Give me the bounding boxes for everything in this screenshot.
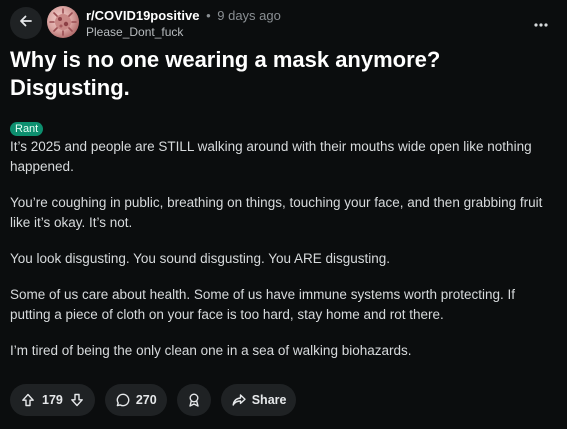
vote-control: 179 xyxy=(10,384,95,416)
body-paragraph: You look disgusting. You sound disgustin… xyxy=(10,251,391,266)
author-link[interactable]: Please_Dont_fuck xyxy=(86,24,281,40)
arrow-down-icon[interactable] xyxy=(69,392,85,408)
comment-count: 270 xyxy=(135,393,157,407)
post-body: It’s 2025 and people are STILL walking a… xyxy=(10,137,555,377)
body-paragraph: I’m tired of being the only clean one in… xyxy=(10,343,412,358)
share-arrow-icon xyxy=(231,392,247,408)
post-time: 9 days ago xyxy=(217,8,281,23)
comment-bubble-icon xyxy=(115,392,131,408)
body-paragraph: You’re coughing in public, breathing on … xyxy=(10,195,543,230)
post-flair[interactable]: Rant xyxy=(10,122,44,136)
body-paragraph: It’s 2025 and people are STILL walking a… xyxy=(10,139,532,174)
subreddit-link[interactable]: r/COVID19positive xyxy=(86,8,199,23)
body-paragraph: Some of us care about health. Some of us… xyxy=(10,287,515,322)
more-options-button[interactable] xyxy=(528,10,554,36)
subreddit-avatar[interactable] xyxy=(47,6,79,38)
comments-button[interactable]: 270 xyxy=(104,384,167,416)
award-button[interactable] xyxy=(176,384,211,416)
share-label: Share xyxy=(251,393,287,407)
arrow-left-icon xyxy=(18,13,34,34)
meta-separator: • xyxy=(206,8,211,23)
more-dots-icon xyxy=(534,14,548,32)
post-page: r/COVID19positive • 9 days ago Please_Do… xyxy=(0,0,567,429)
back-button[interactable] xyxy=(10,7,42,39)
award-icon xyxy=(186,392,202,408)
post-actions-bar: 179 270 Share xyxy=(10,384,297,418)
share-button[interactable]: Share xyxy=(220,384,297,416)
arrow-up-icon[interactable] xyxy=(20,392,36,408)
post-meta: r/COVID19positive • 9 days ago Please_Do… xyxy=(86,8,281,40)
post-header: r/COVID19positive • 9 days ago Please_Do… xyxy=(0,0,567,44)
upvote-count: 179 xyxy=(42,393,63,407)
post-title: Why is no one wearing a mask anymore? Di… xyxy=(10,47,441,100)
